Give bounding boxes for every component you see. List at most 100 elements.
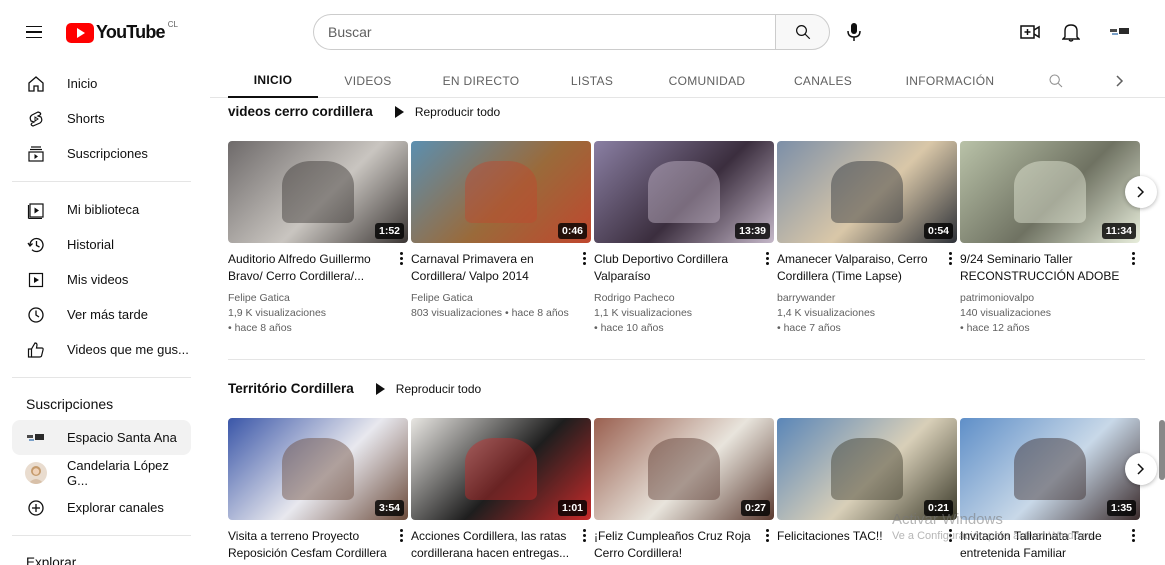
video-card[interactable]: 1:35 Invitación Tallarinata Tarde entrete…	[960, 418, 1140, 565]
channel-avatar	[25, 461, 47, 484]
sidebar-channel-candelaria[interactable]: Candelaria López G...	[12, 455, 191, 490]
shelf-next-button[interactable]	[1125, 176, 1157, 208]
more-vert-icon	[399, 252, 403, 255]
library-icon	[25, 199, 47, 221]
video-title[interactable]: ¡Feliz Cumpleaños Cruz Roja Cerro Cordil…	[594, 528, 754, 562]
search-button[interactable]	[775, 14, 830, 50]
create-video-button[interactable]	[1017, 20, 1043, 44]
video-menu-button[interactable]	[762, 249, 772, 269]
video-card[interactable]: 3:54 Visita a terreno Proyecto Reposición…	[228, 418, 408, 565]
video-card[interactable]: 11:34 9/24 Seminario Taller RECONSTRUCCIÓ…	[960, 141, 1140, 336]
video-channel-name[interactable]: Felipe Gatica	[228, 291, 408, 306]
video-card[interactable]: 0:46 Carnaval Primavera en Cordillera/ Va…	[411, 141, 591, 321]
channel-tabs: INICIO VIDEOS EN DIRECTO LISTAS COMUNIDA…	[210, 64, 1165, 98]
video-title[interactable]: Acciones Cordillera, las ratas cordiller…	[411, 528, 571, 562]
shelf-heading[interactable]: Território Cordillera	[228, 381, 354, 396]
notifications-button[interactable]	[1058, 20, 1084, 44]
video-card[interactable]: 13:39 Club Deportivo Cordillera Valparaís…	[594, 141, 774, 336]
channel-search-button[interactable]	[1044, 64, 1068, 98]
video-menu-button[interactable]	[579, 249, 589, 269]
sidebar-item-library[interactable]: Mi biblioteca	[12, 192, 191, 227]
video-title[interactable]: Carnaval Primavera en Cordillera/ Valpo …	[411, 251, 571, 285]
thumbnail-figure	[1014, 438, 1086, 500]
tab-listas[interactable]: LISTAS	[562, 64, 622, 98]
channel-avatar	[27, 433, 44, 441]
video-card[interactable]: 1:01 Acciones Cordillera, las ratas cordi…	[411, 418, 591, 565]
video-card[interactable]: 0:27 ¡Feliz Cumpleaños Cruz Roja Cerro Co…	[594, 418, 774, 565]
video-thumbnail[interactable]: 0:27	[594, 418, 774, 520]
video-card[interactable]: 1:52 Auditorio Alfredo Guillermo Bravo/ C…	[228, 141, 408, 336]
more-vert-icon	[765, 529, 769, 532]
sidebar-item-my-videos[interactable]: Mis videos	[12, 262, 191, 297]
sidebar-item-label: Ver más tarde	[67, 307, 148, 322]
shelf-next-button[interactable]	[1125, 453, 1157, 485]
tab-inicio[interactable]: INICIO	[228, 64, 318, 98]
account-avatar-button[interactable]	[1107, 20, 1133, 44]
video-title[interactable]: Amanecer Valparaiso, Cerro Cordillera (T…	[777, 251, 937, 285]
video-thumbnail[interactable]: 13:39	[594, 141, 774, 243]
video-channel-name[interactable]: barrywander	[777, 291, 957, 306]
video-thumbnail[interactable]: 0:46	[411, 141, 591, 243]
voice-search-button[interactable]	[838, 14, 870, 50]
shelf-heading[interactable]: videos cerro cordillera	[228, 104, 373, 119]
video-menu-button[interactable]	[945, 249, 955, 269]
video-card[interactable]: 0:21Felicitaciones TAC!!Espacio Santa An…	[777, 418, 957, 565]
video-menu-button[interactable]	[762, 526, 772, 546]
thumbnail-figure	[831, 438, 903, 500]
page-scrollbar[interactable]	[1159, 420, 1165, 480]
sidebar-item-liked-videos[interactable]: Videos que me gus...	[12, 332, 191, 367]
video-title[interactable]: Auditorio Alfredo Guillermo Bravo/ Cerro…	[228, 251, 388, 285]
my-videos-icon	[25, 269, 47, 291]
video-thumbnail[interactable]: 11:34	[960, 141, 1140, 243]
youtube-logo[interactable]: YouTube CL	[66, 20, 178, 43]
sidebar-item-label: Candelaria López G...	[67, 457, 169, 488]
video-duration: 0:27	[740, 500, 770, 516]
tab-videos[interactable]: VIDEOS	[338, 64, 398, 98]
sidebar-item-watch-later[interactable]: Ver más tarde	[12, 297, 191, 332]
shelf-title: videos cerro cordillera Reproducir todo	[228, 104, 500, 119]
shelf-divider	[228, 359, 1145, 360]
play-all-button[interactable]: Reproducir todo	[375, 382, 481, 396]
video-thumbnail[interactable]: 0:54	[777, 141, 957, 243]
video-thumbnail[interactable]: 1:52	[228, 141, 408, 243]
more-vert-icon	[765, 252, 769, 255]
tab-informacion[interactable]: INFORMACIÓN	[900, 64, 1000, 98]
bell-icon	[1062, 24, 1080, 42]
video-channel-name[interactable]: patrimoniovalpo	[960, 291, 1140, 306]
sidebar-item-shorts[interactable]: Shorts	[12, 101, 191, 136]
tabs-scroll-right-button[interactable]	[1110, 64, 1130, 98]
sidebar-item-label: Suscripciones	[67, 146, 148, 161]
video-title[interactable]: Club Deportivo Cordillera Valparaíso	[594, 251, 754, 285]
sidebar-item-explore-channels[interactable]: Explorar canales	[12, 490, 191, 525]
tab-canales[interactable]: CANALES	[788, 64, 858, 98]
video-channel-name[interactable]: Rodrigo Pacheco	[594, 291, 774, 306]
tab-comunidad[interactable]: COMUNIDAD	[662, 64, 752, 98]
video-thumbnail[interactable]: 1:35	[960, 418, 1140, 520]
video-age: • hace 8 años	[228, 322, 292, 334]
play-icon	[394, 105, 404, 118]
sidebar-item-suscripciones[interactable]: Suscripciones	[12, 136, 191, 171]
thumbnail-figure	[648, 438, 720, 500]
video-menu-button[interactable]	[396, 249, 406, 269]
video-age: • hace 10 años	[594, 322, 664, 334]
video-title[interactable]: Visita a terreno Proyecto Reposición Ces…	[228, 528, 388, 562]
video-thumbnail[interactable]: 0:21	[777, 418, 957, 520]
video-card[interactable]: 0:54 Amanecer Valparaiso, Cerro Cordiller…	[777, 141, 957, 336]
more-vert-icon	[1131, 529, 1135, 532]
search-input[interactable]	[313, 14, 775, 50]
video-menu-button[interactable]	[396, 526, 406, 546]
video-title[interactable]: 9/24 Seminario Taller RECONSTRUCCIÓN ADO…	[960, 251, 1120, 285]
sidebar-item-inicio[interactable]: Inicio	[12, 66, 191, 101]
video-menu-button[interactable]	[1128, 249, 1138, 269]
thumbnail-figure	[465, 161, 537, 223]
video-channel-name[interactable]: Felipe Gatica	[411, 291, 591, 306]
tab-en-directo[interactable]: EN DIRECTO	[436, 64, 526, 98]
video-thumbnail[interactable]: 3:54	[228, 418, 408, 520]
sidebar-channel-espacio-santa-ana[interactable]: Espacio Santa Ana	[12, 420, 191, 455]
video-menu-button[interactable]	[579, 526, 589, 546]
play-all-button[interactable]: Reproducir todo	[394, 105, 500, 119]
video-menu-button[interactable]	[1128, 526, 1138, 546]
sidebar-item-history[interactable]: Historial	[12, 227, 191, 262]
guide-menu-button[interactable]	[22, 20, 46, 44]
video-thumbnail[interactable]: 1:01	[411, 418, 591, 520]
